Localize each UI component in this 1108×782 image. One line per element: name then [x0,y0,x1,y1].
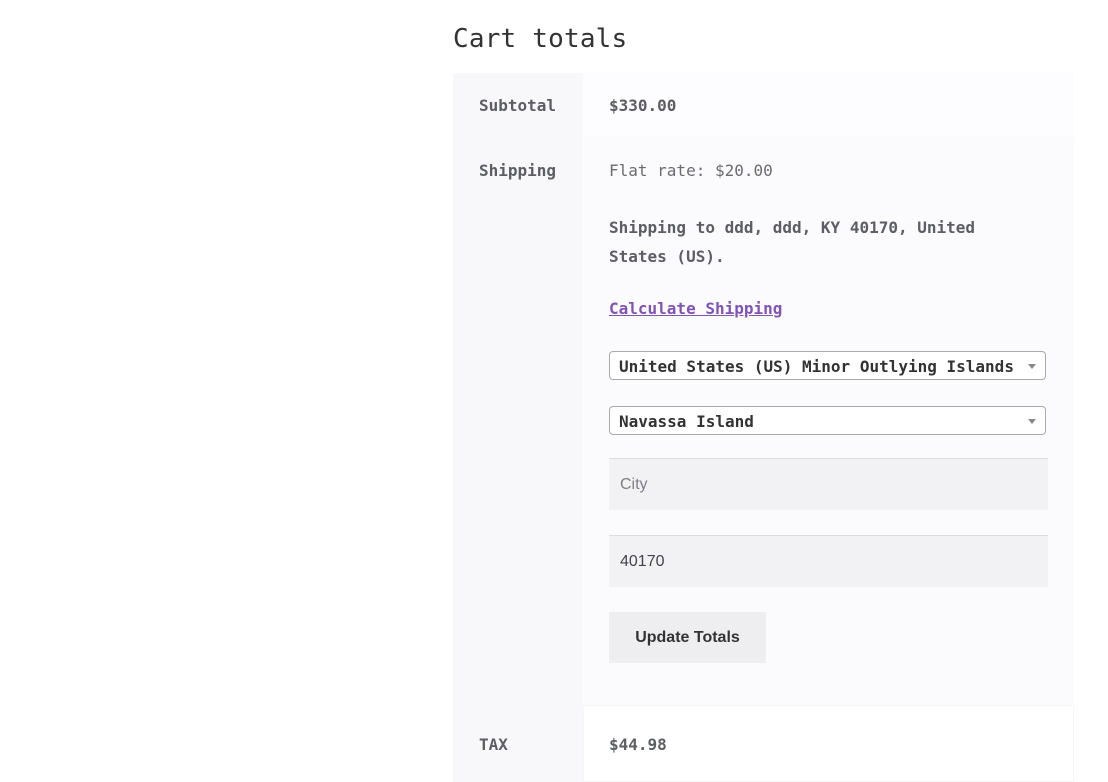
subtotal-value-cell: $330.00 [583,73,1074,137]
subtotal-row: Subtotal $330.00 [453,73,1074,137]
cart-totals-table: Subtotal $330.00 Shipping Flat rate: $20… [453,73,1074,782]
shipping-header-cell: Shipping [453,137,583,705]
tax-label: TAX [479,735,508,754]
shipping-label: Shipping [479,161,557,180]
tax-header-cell: TAX [453,705,583,782]
calculate-shipping-link[interactable]: Calculate Shipping [609,299,782,318]
tax-value-cell: $44.98 [583,705,1074,782]
country-select-value: United States (US) Minor Outlying Island… [619,357,1014,376]
chevron-down-icon [1028,419,1036,424]
shipping-destination: Shipping to ddd, ddd, KY 40170, United S… [609,218,976,266]
tax-amount: $44.98 [609,735,667,754]
state-select[interactable]: Navassa Island [609,406,1046,435]
chevron-down-icon [1028,364,1036,369]
subtotal-header-cell: Subtotal [453,73,583,137]
shipping-method: Flat rate: $20.00 [609,161,773,180]
postcode-input[interactable] [609,535,1048,587]
shipping-value-cell: Flat rate: $20.00 Shipping to ddd, ddd, … [583,137,1074,705]
tax-row: TAX $44.98 [453,705,1074,782]
shipping-row: Shipping Flat rate: $20.00 Shipping to d… [453,137,1074,705]
cart-totals-title: Cart totals [453,24,628,54]
subtotal-label: Subtotal [479,96,557,115]
subtotal-amount: $330.00 [609,96,677,115]
state-select-value: Navassa Island [619,412,754,431]
city-input[interactable] [609,458,1048,510]
update-totals-button[interactable]: Update Totals [609,612,766,663]
country-select[interactable]: United States (US) Minor Outlying Island… [609,351,1046,380]
